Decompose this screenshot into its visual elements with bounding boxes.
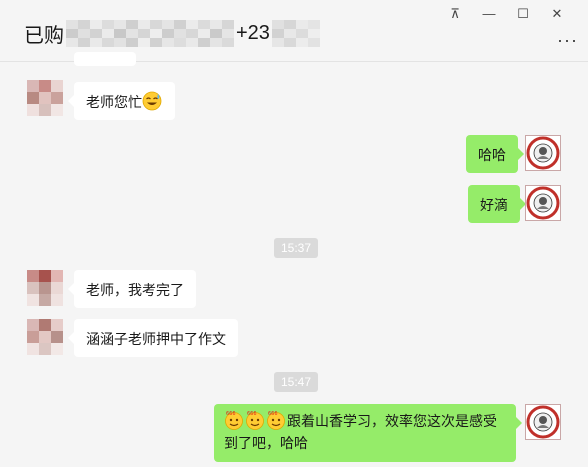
message-bubble[interactable]: 好滴 <box>468 185 526 223</box>
avatar[interactable] <box>27 80 63 116</box>
self-avatar[interactable] <box>525 135 561 171</box>
self-avatar[interactable] <box>525 185 561 221</box>
timestamp: 15:47 <box>274 372 319 392</box>
timestamp: 15:37 <box>274 238 319 258</box>
seal-avatar-icon <box>526 136 560 170</box>
emoji-badge-text: 666 <box>226 411 236 417</box>
avatar[interactable] <box>27 319 63 355</box>
self-avatar[interactable] <box>525 404 561 440</box>
message-text: 涵涵子老师押中了作文 <box>86 331 226 347</box>
message-bubble[interactable]: 老师您忙 <box>68 82 175 120</box>
666-emoji-icon: 666 <box>267 411 285 430</box>
message-text: 老师您忙 <box>86 94 142 110</box>
chat-title: 已购 +23 <box>24 19 320 48</box>
close-icon[interactable]: ✕ <box>540 6 574 22</box>
message-text: 跟着山香学习，效率您这次是感受 <box>287 413 497 429</box>
message-bubble[interactable]: 老师，我考完了 <box>68 270 196 308</box>
minimize-icon[interactable]: — <box>472 6 506 22</box>
redacted-title-mosaic <box>66 20 234 47</box>
message-text: 老师，我考完了 <box>86 282 184 298</box>
partial-message-bubble <box>74 52 136 66</box>
666-emoji-icon: 666 <box>225 411 243 430</box>
seal-avatar-icon <box>526 186 560 220</box>
seal-avatar-icon <box>526 405 560 439</box>
message-text: 好滴 <box>480 197 508 213</box>
message-text: 哈哈 <box>478 147 506 163</box>
sweat-smile-emoji-icon <box>142 91 162 111</box>
message-bubble[interactable]: 涵涵子老师押中了作文 <box>68 319 238 357</box>
pin-icon[interactable]: ⊼ <box>438 6 472 22</box>
window-controls: ⊼ — ☐ ✕ <box>438 6 574 22</box>
maximize-icon[interactable]: ☐ <box>506 6 540 22</box>
message-line: 666 666 666 跟着山香学习，效率您这次是感受 <box>224 410 506 432</box>
message-bubble[interactable]: 666 666 666 跟着山香学习，效率您这次是感受 到了吧，哈哈 <box>214 404 522 462</box>
message-bubble[interactable]: 哈哈 <box>466 135 524 173</box>
chat-title-prefix: 已购 <box>24 25 64 47</box>
chat-member-count: +23 <box>236 22 270 44</box>
message-text: 到了吧，哈哈 <box>224 435 308 451</box>
emoji-badge-text: 666 <box>247 411 257 417</box>
avatar[interactable] <box>27 270 63 306</box>
redacted-title-mosaic-2 <box>271 20 320 47</box>
666-emoji-icon: 666 <box>246 411 264 430</box>
more-options-icon[interactable]: ··· <box>557 30 578 51</box>
emoji-badge-text: 666 <box>268 411 278 417</box>
